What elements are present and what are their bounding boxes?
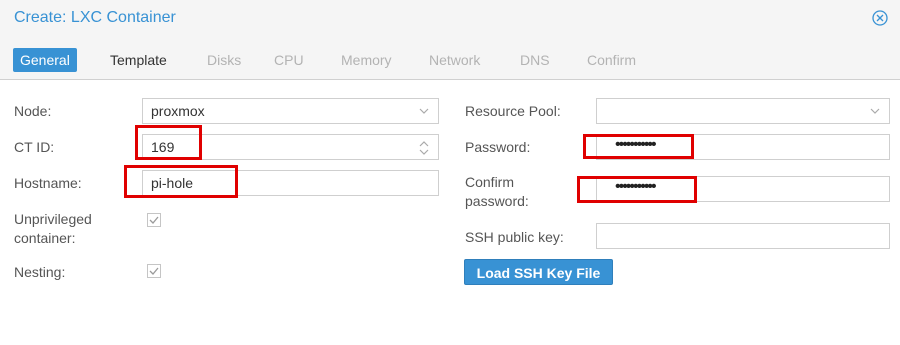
nesting-checkbox[interactable] bbox=[147, 264, 161, 278]
tab-template[interactable]: Template bbox=[110, 48, 167, 72]
node-value: proxmox bbox=[151, 103, 205, 119]
node-select[interactable]: proxmox bbox=[142, 98, 439, 124]
password-value: ••••••••••• bbox=[615, 136, 657, 153]
confirm-password-value: ••••••••••• bbox=[615, 178, 657, 195]
ctid-label: CT ID: bbox=[14, 139, 55, 155]
confirm-password-label: Confirm bbox=[465, 174, 515, 190]
close-icon[interactable] bbox=[872, 10, 888, 26]
tab-dns: DNS bbox=[520, 52, 550, 68]
confirm-password-label-line2: password: bbox=[465, 193, 529, 209]
ctid-spinner-input[interactable]: 169 bbox=[142, 134, 439, 160]
ssh-key-label: SSH public key: bbox=[465, 229, 564, 245]
ssh-key-input[interactable] bbox=[596, 223, 890, 249]
node-label: Node: bbox=[14, 103, 52, 119]
chevron-down-icon[interactable] bbox=[869, 104, 881, 118]
password-label: Password: bbox=[465, 139, 531, 155]
unprivileged-checkbox[interactable] bbox=[147, 213, 161, 227]
resource-pool-select[interactable] bbox=[596, 98, 890, 124]
hostname-value: pi-hole bbox=[151, 175, 194, 191]
dialog-titlebar: Create: LXC Container bbox=[0, 0, 900, 38]
dialog-title: Create: LXC Container bbox=[14, 9, 176, 26]
tab-confirm: Confirm bbox=[587, 52, 637, 68]
unprivileged-label-line2: container: bbox=[14, 230, 76, 246]
spinner-icon[interactable] bbox=[418, 139, 430, 157]
create-lxc-dialog: Create: LXC Container General Template D… bbox=[0, 0, 900, 345]
password-input[interactable]: ••••••••••• bbox=[596, 134, 890, 160]
load-ssh-key-button[interactable]: Load SSH Key File bbox=[464, 259, 613, 285]
ctid-value: 169 bbox=[151, 139, 175, 155]
tab-disks: Disks bbox=[207, 52, 242, 68]
hostname-input[interactable]: pi-hole bbox=[142, 170, 439, 196]
tab-memory: Memory bbox=[341, 52, 392, 68]
chevron-down-icon[interactable] bbox=[418, 104, 430, 118]
nesting-label: Nesting: bbox=[14, 264, 66, 280]
confirm-password-input[interactable]: ••••••••••• bbox=[596, 176, 890, 202]
hostname-label: Hostname: bbox=[14, 175, 82, 191]
tab-bar: General Template Disks CPU Memory Networ… bbox=[0, 38, 900, 80]
tab-network: Network bbox=[429, 52, 481, 68]
resource-pool-label: Resource Pool: bbox=[465, 103, 561, 119]
tab-cpu: CPU bbox=[274, 52, 304, 68]
tab-general[interactable]: General bbox=[13, 48, 77, 72]
unprivileged-label: Unprivileged bbox=[14, 211, 92, 227]
